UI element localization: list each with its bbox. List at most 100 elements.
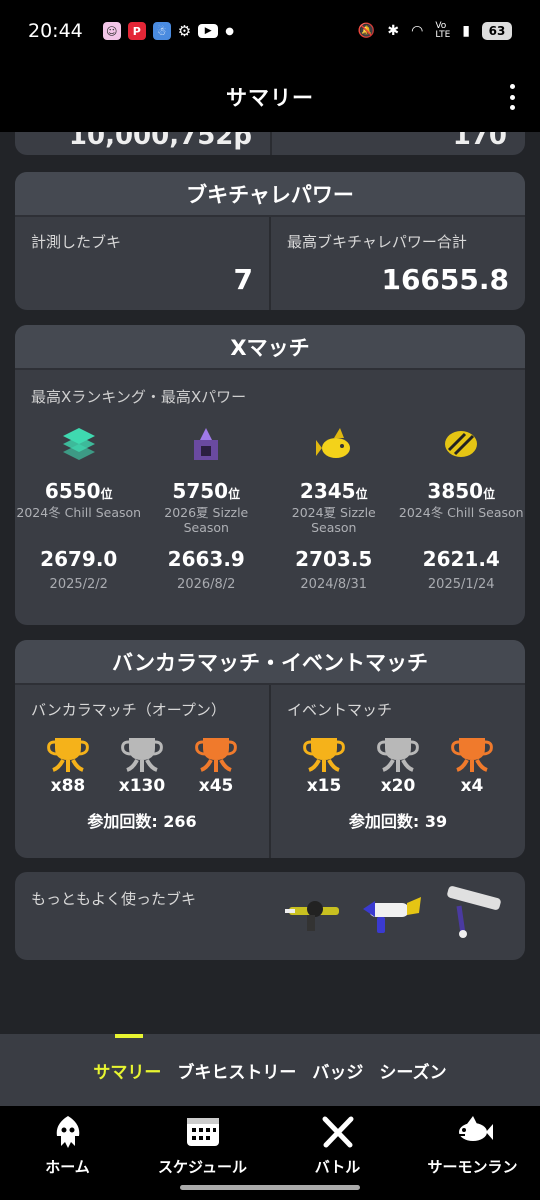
- x-season: 2024冬 Chill Season: [16, 505, 142, 520]
- x-date: 2026/8/2: [177, 577, 236, 592]
- card-title: ブキチャレパワー: [15, 172, 525, 217]
- trophy-count: x15: [306, 776, 342, 796]
- best-power-label: 最高ブキチャレパワー合計: [287, 233, 467, 251]
- charger-weapon-icon: [285, 901, 339, 931]
- dot-icon: [509, 84, 515, 89]
- trophy-count: x20: [380, 776, 416, 796]
- youtube-icon: ▶: [198, 24, 219, 38]
- x-rank: 5750位: [172, 479, 241, 503]
- buki-challenge-power-card: ブキチャレパワー 計測したブキ 7 最高ブキチャレパワー合計 16655.8: [15, 172, 525, 310]
- squid-icon: [56, 1116, 79, 1148]
- nav-label: バトル: [314, 1158, 361, 1176]
- silver-trophy-icon: [377, 738, 419, 772]
- overview-left: 10,000,752p: [15, 132, 270, 155]
- overview-right-value: 170: [452, 132, 507, 151]
- x-power: 2663.9: [167, 547, 245, 571]
- x-date: 2025/1/24: [427, 577, 495, 592]
- dot-icon: [509, 105, 515, 110]
- nav-label: サーモンラン: [427, 1158, 518, 1176]
- nav-label: ホーム: [45, 1158, 90, 1176]
- dot-icon: [509, 94, 515, 100]
- most-used-weapons-card[interactable]: もっともよく使ったブキ: [15, 872, 525, 960]
- bankara-event-card: バンカラマッチ・イベントマッチ バンカラマッチ（オープン） x88 x130 x…: [15, 640, 525, 858]
- x-match-card: Xマッチ 最高Xランキング・最高Xパワー 6550位 2024冬 Chill S…: [15, 325, 525, 625]
- overview-right: 170: [270, 132, 525, 155]
- gear-icon: ⚙: [177, 22, 192, 40]
- golden-fish-icon: [311, 421, 357, 467]
- participation-count: 参加回数: 266: [87, 812, 197, 831]
- tab-seasons[interactable]: シーズン: [379, 1034, 446, 1106]
- x-entry: 5750位 2026夏 Sizzle Season 2663.9 2026/8/…: [143, 421, 271, 592]
- bottom-navigation: ホーム スケジュール バトル サーモンラン: [0, 1106, 540, 1200]
- volte-icon: Vo LTE: [435, 21, 451, 40]
- purple-tower-icon: [183, 421, 229, 467]
- trophy-count: x130: [118, 776, 166, 796]
- dot-icon: ●: [225, 25, 234, 37]
- overview-card: 10,000,752p 170: [15, 132, 525, 155]
- tab-badges[interactable]: バッジ: [312, 1034, 363, 1106]
- striped-clam-icon: [438, 421, 484, 467]
- best-power: 最高ブキチャレパワー合計 16655.8: [269, 217, 525, 310]
- x-season: 2024冬 Chill Season: [398, 505, 524, 520]
- x-power: 2703.5: [295, 547, 373, 571]
- gold-trophy: x15: [301, 734, 347, 796]
- bronze-trophy-icon: [195, 738, 237, 772]
- tab-weapon-history[interactable]: ブキヒストリー: [177, 1034, 296, 1106]
- shooter-weapon-icon: [363, 897, 421, 933]
- x-entry: 2345位 2024夏 Sizzle Season 2703.5 2024/8/…: [270, 421, 398, 592]
- x-rank: 2345位: [299, 479, 368, 503]
- salmon-icon: [458, 1116, 493, 1141]
- x-date: 2024/8/31: [300, 577, 368, 592]
- gold-trophy-icon: [303, 738, 345, 772]
- overview-left-value: 10,000,752p: [68, 132, 252, 151]
- measured-weapons: 計測したブキ 7: [15, 217, 269, 310]
- signal-icon: ▮: [462, 23, 470, 39]
- silver-trophy: x130: [119, 734, 165, 796]
- x-date: 2025/2/2: [49, 577, 108, 592]
- nav-home[interactable]: ホーム: [0, 1106, 135, 1200]
- app-notification-icon: ☺: [102, 22, 121, 40]
- silver-trophy-icon: [121, 738, 163, 772]
- x-power: 2621.4: [422, 547, 500, 571]
- event-match-label: イベントマッチ: [287, 701, 393, 719]
- trophy-count: x88: [50, 776, 86, 796]
- sub-tab-bar: サマリー ブキヒストリー バッジ シーズン: [0, 1034, 540, 1106]
- mute-icon: 🔕: [357, 23, 376, 39]
- nav-label: スケジュール: [158, 1158, 247, 1176]
- page-title: サマリー: [226, 86, 314, 110]
- card-title: バンカラマッチ・イベントマッチ: [15, 640, 525, 685]
- x-rank: 6550位: [44, 479, 113, 503]
- bronze-trophy: x45: [193, 734, 239, 796]
- summary-scroll-area[interactable]: 10,000,752p 170 ブキチャレパワー 計測したブキ 7 最高ブキチャ…: [0, 132, 540, 1034]
- measured-label: 計測したブキ: [31, 233, 122, 251]
- x-entry: 6550位 2024冬 Chill Season 2679.0 2025/2/2: [15, 421, 143, 592]
- layered-tower-icon: [56, 421, 102, 467]
- x-rank: 3850位: [427, 479, 496, 503]
- card-title: Xマッチ: [15, 325, 525, 370]
- participation-count: 参加回数: 39: [348, 812, 448, 831]
- gesture-home-bar[interactable]: [180, 1185, 360, 1190]
- calendar-icon: [186, 1118, 219, 1146]
- more-menu-button[interactable]: [502, 82, 522, 112]
- x-season: 2026夏 Sizzle Season: [164, 505, 249, 535]
- notification-icons: ☺ P ☃ ⚙ ▶ ●: [102, 22, 234, 40]
- wifi-icon: ◠: [411, 23, 424, 39]
- bluetooth-icon: ✱: [387, 23, 400, 39]
- bankara-open-section: バンカラマッチ（オープン） x88 x130 x45 参加回数: 266: [15, 685, 269, 858]
- bankara-open-label: バンカラマッチ（オープン）: [31, 701, 226, 719]
- status-bar: 20:44 ☺ P ☃ ⚙ ▶ ● 🔕 ✱ ◠ Vo LTE ▮ 63: [0, 0, 540, 62]
- measured-value: 7: [233, 263, 253, 296]
- x-entry: 3850位 2024冬 Chill Season 2621.4 2025/1/2…: [398, 421, 526, 592]
- trophy-count: x4: [460, 776, 484, 796]
- app-notification-icon: ☃: [152, 22, 171, 40]
- x-power: 2679.0: [40, 547, 118, 571]
- trophy-count: x45: [198, 776, 234, 796]
- gold-trophy: x88: [45, 734, 91, 796]
- battery-icon: 63: [482, 22, 512, 40]
- x-season: 2024夏 Sizzle Season: [291, 505, 376, 535]
- event-match-section: イベントマッチ x15 x20 x4 参加回数: 39: [269, 685, 525, 858]
- gold-trophy-icon: [47, 738, 89, 772]
- roller-weapon-icon: [447, 886, 501, 938]
- nav-salmon-run[interactable]: サーモンラン: [405, 1106, 540, 1200]
- tab-summary[interactable]: サマリー: [93, 1034, 161, 1106]
